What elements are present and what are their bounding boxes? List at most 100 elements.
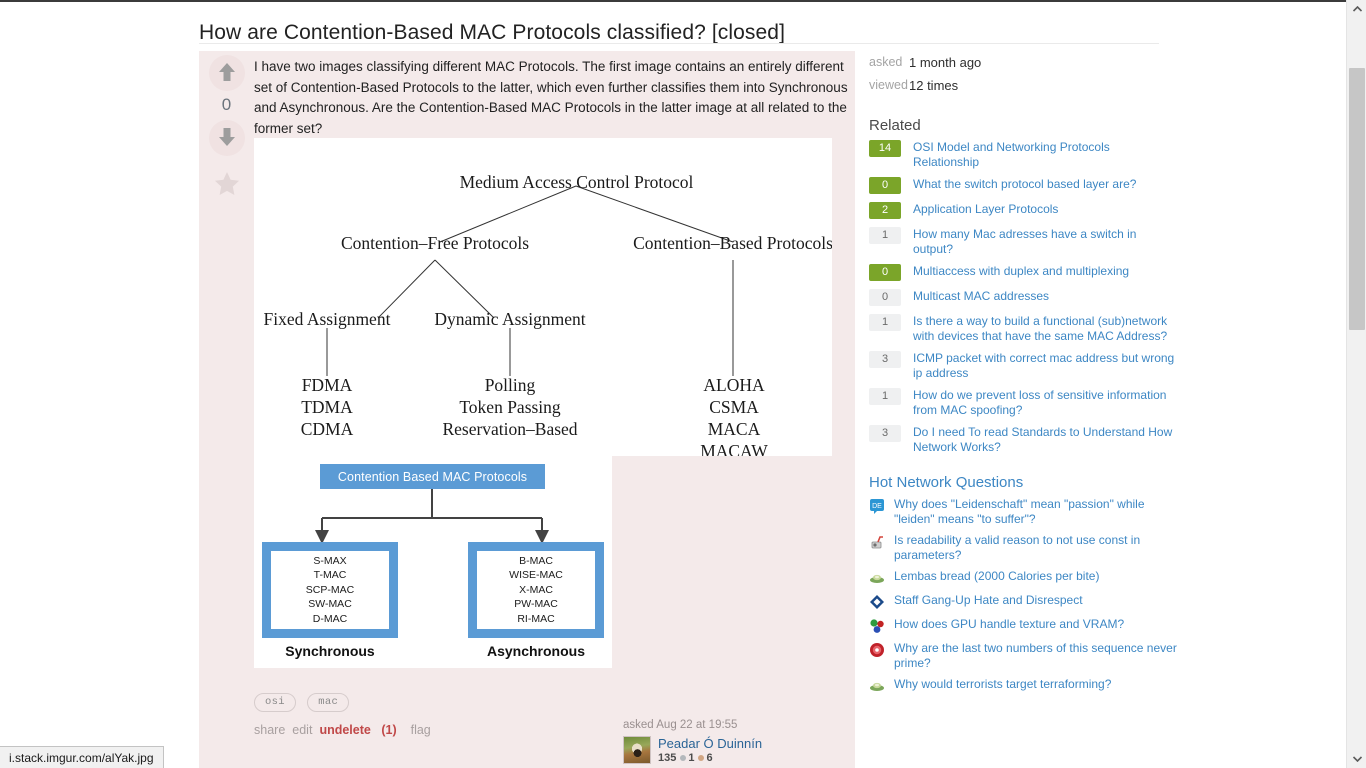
fig1-leaf-macaw: MACAW [700, 441, 768, 456]
asker-name[interactable]: Peadar Ó Duinnín [658, 736, 762, 751]
stat-viewed-key: viewed [869, 78, 908, 92]
sidebar: asked 1 month ago viewed 12 times Relate… [869, 51, 1179, 701]
fig2-left-item: T-MAC [313, 569, 347, 582]
fig1-node-contention-based: Contention–Based Protocols [633, 233, 832, 253]
related-item[interactable]: 0 Multicast MAC addresses [869, 289, 1179, 306]
hot-item[interactable]: Staff Gang-Up Hate and Disrespect [869, 593, 1179, 610]
share-link[interactable]: share [254, 723, 285, 737]
scifi-icon [870, 682, 884, 691]
related-item[interactable]: 2 Application Layer Protocols [869, 202, 1179, 219]
related-link[interactable]: Application Layer Protocols [913, 202, 1058, 217]
browser-viewport: How are Contention-Based MAC Protocols c… [0, 0, 1366, 768]
hot-link[interactable]: Why does "Leidenschaft" mean "passion" w… [894, 497, 1179, 526]
tag-osi[interactable]: osi [254, 693, 296, 712]
related-link[interactable]: How do we prevent loss of sensitive info… [913, 388, 1179, 417]
vertical-scrollbar[interactable] [1346, 0, 1366, 768]
post-menu: share edit undelete (1) flag [254, 723, 438, 737]
silver-badge-icon [680, 755, 687, 762]
hot-link[interactable]: Why are the last two numbers of this seq… [894, 641, 1179, 670]
related-item[interactable]: 0 What the switch protocol based layer ar… [869, 177, 1179, 194]
related-item[interactable]: 1 How do we prevent loss of sensitive inf… [869, 388, 1179, 417]
undelete-label: undelete [319, 723, 371, 737]
hot-link[interactable]: Staff Gang-Up Hate and Disrespect [894, 593, 1083, 608]
vote-cell: 0 [199, 55, 254, 202]
related-link[interactable]: OSI Model and Networking Protocols Relat… [913, 140, 1179, 169]
fig1-leaf-fdma: FDMA [301, 375, 353, 395]
fig2-header: Contention Based MAC Protocols [320, 464, 545, 489]
related-item[interactable]: 3 Do I need To read Standards to Understa… [869, 425, 1179, 454]
edit-link[interactable]: edit [292, 723, 312, 737]
hot-network-questions-list: DE Why does "Leidenschaft" mean "passion… [869, 497, 1179, 694]
undelete-link[interactable]: undelete (1) [319, 723, 403, 737]
fig2-right-item: B-MAC [519, 554, 553, 567]
related-item[interactable]: 3 ICMP packet with correct mac address bu… [869, 351, 1179, 380]
related-list: 14 OSI Model and Networking Protocols Rel… [869, 140, 1179, 454]
related-item[interactable]: 1 Is there a way to build a functional (s… [869, 314, 1179, 343]
arrow-down-icon [218, 128, 235, 146]
hot-item[interactable]: Lembas bread (2000 Calories per bite) [869, 569, 1179, 586]
related-score: 2 [869, 202, 901, 219]
related-link[interactable]: What the switch protocol based layer are… [913, 177, 1136, 192]
fig1-node-root: Medium Access Control Protocol [459, 172, 694, 192]
scroll-down-button[interactable] [1347, 750, 1366, 768]
asked-timestamp: asked Aug 22 at 19:55 [623, 719, 738, 731]
fig2-caption-synchronous: Synchronous [285, 643, 375, 659]
related-item[interactable]: 0 Multiaccess with duplex and multiplexin… [869, 264, 1179, 281]
scroll-up-button[interactable] [1347, 0, 1366, 18]
hot-link[interactable]: Is readability a valid reason to not use… [894, 533, 1179, 562]
flag-link[interactable]: flag [411, 723, 431, 737]
deleted-question-post: 0 I have two images classifying differen… [199, 51, 855, 768]
scrollbar-thumb[interactable] [1349, 68, 1365, 330]
related-link[interactable]: ICMP packet with correct mac address but… [913, 351, 1179, 380]
hot-item[interactable]: Is readability a valid reason to not use… [869, 533, 1179, 562]
figure-contention-based-flowchart[interactable]: Contention Based MAC Protocols S-MAX T-M… [254, 456, 612, 668]
related-heading: Related [869, 117, 921, 134]
reputation-value: 135 [658, 752, 677, 764]
related-link[interactable]: Is there a way to build a functional (su… [913, 314, 1179, 343]
fig2-right-item: RI-MAC [517, 612, 555, 625]
avatar[interactable] [623, 736, 651, 764]
page-title: How are Contention-Based MAC Protocols c… [199, 21, 786, 45]
hot-item[interactable]: Why are the last two numbers of this seq… [869, 641, 1179, 670]
hot-item[interactable]: How does GPU handle texture and VRAM? [869, 617, 1179, 634]
related-link[interactable]: How many Mac adresses have a switch in o… [913, 227, 1179, 256]
bronze-badge-count: 6 [706, 752, 713, 764]
related-score: 3 [869, 425, 901, 442]
arrow-up-icon [218, 63, 235, 81]
figure-mac-protocol-tree[interactable]: Medium Access Control Protocol Contentio… [254, 138, 832, 456]
related-link[interactable]: Multicast MAC addresses [913, 289, 1049, 304]
related-item[interactable]: 14 OSI Model and Networking Protocols Rel… [869, 140, 1179, 169]
undelete-count: (1) [381, 723, 397, 737]
svg-text:DE: DE [872, 503, 882, 510]
fig1-leaf-csma: CSMA [709, 397, 759, 417]
fig1-leaf-polling: Polling [484, 375, 536, 395]
related-link[interactable]: Multiaccess with duplex and multiplexing [913, 264, 1129, 279]
hot-item[interactable]: Why would terrorists target terraforming… [869, 677, 1179, 694]
tag-mac[interactable]: mac [307, 693, 350, 712]
tag-list: osi mac [254, 691, 356, 712]
hot-link[interactable]: Lembas bread (2000 Calories per bite) [894, 569, 1099, 584]
stat-viewed: viewed 12 times [869, 74, 1179, 97]
hot-link[interactable]: How does GPU handle texture and VRAM? [894, 617, 1124, 632]
question-page: How are Contention-Based MAC Protocols c… [190, 2, 1346, 768]
related-link[interactable]: Do I need To read Standards to Understan… [913, 425, 1179, 454]
fig2-box-asynchronous: B-MAC WISE-MAC X-MAC PW-MAC RI-MAC [468, 542, 604, 638]
star-icon [214, 172, 239, 195]
related-item[interactable]: 1 How many Mac adresses have a switch in … [869, 227, 1179, 256]
fig1-leaf-token-passing: Token Passing [459, 397, 561, 417]
upvote-button[interactable] [208, 55, 245, 91]
stat-asked-key: asked [869, 55, 903, 69]
computer-graphics-icon [870, 619, 884, 633]
hot-item[interactable]: DE Why does "Leidenschaft" mean "passion… [869, 497, 1179, 526]
fig2-right-item: PW-MAC [514, 598, 558, 611]
hot-link[interactable]: Why would terrorists target terraforming… [894, 677, 1111, 692]
favorite-button[interactable] [209, 166, 245, 202]
related-score: 1 [869, 388, 901, 405]
scifi-icon [870, 574, 884, 583]
related-score: 0 [869, 177, 901, 194]
fig2-right-item: WISE-MAC [509, 569, 563, 582]
title-divider [199, 43, 1159, 44]
downvote-button[interactable] [208, 120, 245, 156]
fig1-leaf-aloha: ALOHA [703, 375, 765, 395]
related-score: 1 [869, 227, 901, 244]
